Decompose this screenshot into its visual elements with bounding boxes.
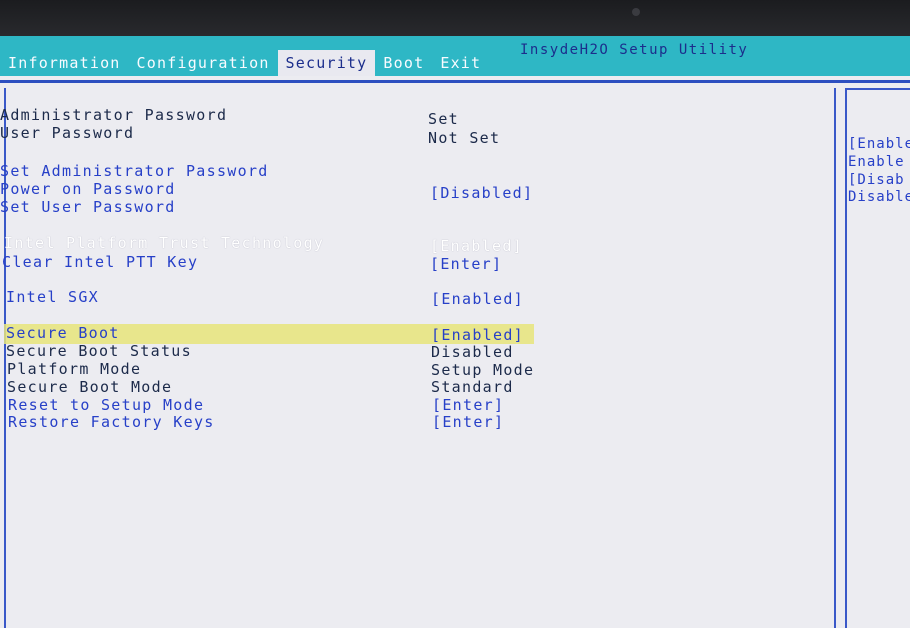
tab-security[interactable]: Security [277, 50, 376, 76]
admin-password-label: Administrator Password [0, 106, 228, 124]
secure-boot-status-label: Secure Boot Status [6, 342, 192, 360]
tab-configuration[interactable]: Configuration [129, 50, 278, 76]
platform-mode-value: Setup Mode [431, 361, 535, 379]
set-user-password-item[interactable]: Set User Password [0, 198, 176, 216]
help-panel-border [845, 88, 847, 628]
admin-password-value: Set [428, 110, 459, 128]
tab-exit[interactable]: Exit [432, 50, 489, 76]
intel-ptt-label[interactable]: Intel Platform Trust Technology [4, 234, 324, 252]
user-password-value: Not Set [428, 129, 501, 147]
header-divider [0, 80, 910, 83]
app-title: InsydeH2O Setup Utility [520, 42, 749, 58]
tab-information[interactable]: Information [0, 50, 129, 76]
secure-boot-status-value: Disabled [431, 343, 514, 361]
secure-boot-mode-label: Secure Boot Mode [7, 378, 173, 396]
user-password-label: User Password [0, 124, 135, 142]
help-option-1: [Enable [848, 136, 910, 152]
power-on-password-value[interactable]: [Disabled] [430, 184, 533, 202]
tab-boot[interactable]: Boot [375, 50, 432, 76]
clear-ptt-key-value[interactable]: [Enter] [430, 255, 502, 273]
reset-setup-mode-label[interactable]: Reset to Setup Mode [8, 396, 204, 414]
tab-bar: Information Configuration Security Boot … [0, 50, 489, 76]
set-admin-password-item[interactable]: Set Administrator Password [0, 162, 269, 180]
frame-right-border [834, 88, 836, 628]
power-on-password-label[interactable]: Power on Password [0, 180, 176, 198]
intel-sgx-label[interactable]: Intel SGX [6, 288, 99, 306]
monitor-bezel [0, 0, 910, 40]
reset-setup-mode-value[interactable]: [Enter] [432, 396, 504, 414]
help-option-4: Disable [848, 189, 910, 205]
help-option-2: Enable [848, 154, 905, 170]
intel-sgx-value[interactable]: [Enabled] [431, 290, 524, 308]
help-option-3: [Disab [848, 172, 905, 188]
secure-boot-value[interactable]: [Enabled] [431, 326, 524, 344]
secure-boot-mode-value: Standard [431, 378, 514, 396]
restore-factory-keys-label[interactable]: Restore Factory Keys [8, 413, 215, 431]
clear-ptt-key-label[interactable]: Clear Intel PTT Key [2, 253, 198, 271]
restore-factory-keys-value[interactable]: [Enter] [432, 413, 504, 431]
webcam-icon [632, 8, 640, 16]
secure-boot-label[interactable]: Secure Boot [6, 324, 120, 342]
menu-bar: InsydeH2O Setup Utility Information Conf… [0, 36, 910, 76]
bios-screen: InsydeH2O Setup Utility Information Conf… [0, 36, 910, 628]
intel-ptt-value[interactable]: [Enabled] [430, 237, 523, 255]
platform-mode-label: Platform Mode [7, 360, 142, 378]
help-panel-top-border [845, 88, 910, 90]
